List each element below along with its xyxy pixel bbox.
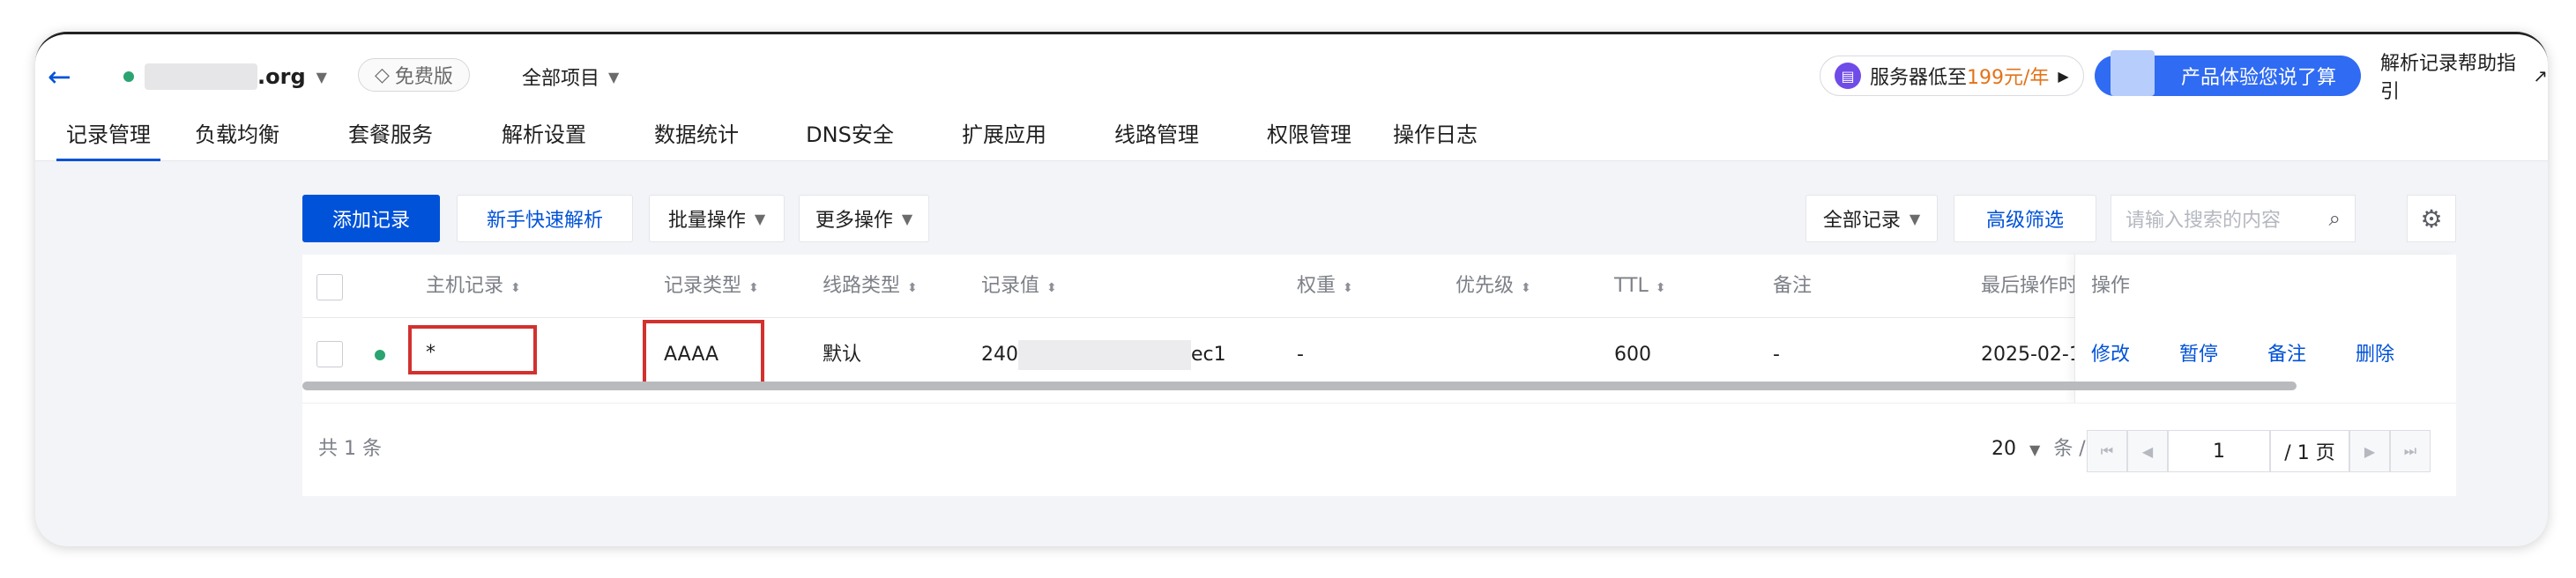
search-icon[interactable]: ⌕ [2329, 206, 2341, 231]
feedback-button[interactable]: 产品体验您说了算 [2095, 50, 2361, 96]
tab-operation-log[interactable]: 操作日志 [1386, 115, 1485, 161]
tab-line-management[interactable]: 线路管理 [1081, 115, 1232, 161]
record-value-suffix: ec1 [1191, 344, 1226, 366]
col-remark: 备注 [1773, 275, 1813, 297]
promo-banner[interactable]: ▤ 服务器低至 199元/年 ▶ [1820, 56, 2084, 96]
record-filter-dropdown[interactable]: 全部记录 ▼ [1805, 195, 1938, 242]
tab-statistics[interactable]: 数据统计 [621, 115, 772, 161]
col-weight[interactable]: 权重 ⬍ [1297, 270, 1353, 302]
col-ttl[interactable]: TTL ⬍ [1614, 270, 1665, 302]
weight-value: - [1297, 344, 1304, 366]
batch-ops-label: 批量操作 [667, 210, 746, 232]
project-filter[interactable]: 全部项目 ▼ [522, 59, 619, 94]
first-page-icon[interactable]: ⏮ [2087, 430, 2127, 472]
record-value-prefix: 240 [981, 344, 1018, 366]
record-value: 240 ec1 [981, 339, 1226, 371]
search-placeholder: 请输入搜索的内容 [2126, 210, 2282, 232]
tab-permissions[interactable]: 权限管理 [1232, 115, 1386, 161]
record-status-dot-icon [375, 350, 385, 360]
col-value[interactable]: 记录值 ⬍ [981, 270, 1057, 302]
records-table: 主机记录 ⬍ 记录类型 ⬍ 线路类型 ⬍ 记录值 ⬍ 权重 ⬍ 优先级 ⬍ TTL ⬍ 备注 … [302, 255, 2456, 403]
total-count: 共 1 条 [318, 438, 382, 460]
play-arrow-icon: ▶ [2058, 67, 2069, 85]
highlight-host [408, 325, 537, 374]
app-window: ← .org ▼ ◇ 免费版 全部项目 ▼ ▤ 服务器低至 199元/年 ▶ 产… [35, 32, 2548, 546]
domain-name-redacted [145, 63, 257, 90]
add-record-button[interactable]: 添加记录 [302, 195, 440, 242]
pause-link[interactable]: 暂停 [2179, 339, 2218, 371]
prev-page-icon[interactable]: ◀ [2127, 430, 2168, 472]
pagination: ⏮ ◀ 1 / 1 页 ▶ ⏭ [2087, 430, 2431, 472]
plan-badge[interactable]: ◇ 免费版 [358, 58, 470, 92]
record-value-redacted [1018, 340, 1191, 370]
tab-resolve-settings[interactable]: 解析设置 [467, 115, 621, 161]
edit-link[interactable]: 修改 [2091, 339, 2130, 371]
tab-extensions[interactable]: 扩展应用 [927, 115, 1081, 161]
promo-price: 199元/年 [1967, 67, 2050, 89]
server-icon: ▤ [1835, 63, 1861, 89]
sort-icon[interactable]: ⬍ [748, 281, 759, 295]
more-ops-label: 更多操作 [815, 210, 893, 232]
more-ops-dropdown[interactable]: 更多操作 ▼ [799, 195, 929, 242]
top-bar: ← .org ▼ ◇ 免费版 全部项目 ▼ ▤ 服务器低至 199元/年 ▶ 产… [35, 34, 2548, 161]
document-icon [2111, 50, 2155, 96]
row-checkbox[interactable] [316, 341, 343, 367]
help-link[interactable]: 解析记录帮助指引 ↗ [2380, 53, 2548, 103]
select-all-checkbox[interactable] [316, 274, 343, 300]
tab-record-management[interactable]: 记录管理 [56, 115, 160, 161]
highlight-type [643, 320, 764, 385]
tab-package-service[interactable]: 套餐服务 [314, 115, 467, 161]
advanced-filter-button[interactable]: 高级筛选 [1954, 195, 2096, 242]
total-pages: / 1 页 [2270, 430, 2349, 472]
caret-down-icon: ▼ [754, 210, 766, 227]
table-footer: 共 1 条 20 ▼ 条 / 页 ⏮ ◀ 1 / 1 页 ▶ ⏭ [302, 403, 2456, 496]
page-size-value: 20 [1992, 438, 2016, 460]
col-actions: 操作 [2091, 275, 2131, 297]
caret-down-icon: ▼ [901, 210, 913, 227]
search-input[interactable]: 请输入搜索的内容 ⌕ [2111, 195, 2356, 242]
line-value: 默认 [823, 344, 862, 366]
ttl-value: 600 [1614, 344, 1651, 366]
delete-link[interactable]: 删除 [2356, 339, 2394, 371]
batch-ops-dropdown[interactable]: 批量操作 ▼ [649, 195, 785, 242]
domain-selector[interactable]: .org ▼ [123, 59, 327, 94]
settings-gear-icon[interactable]: ⚙ [2407, 195, 2456, 242]
col-line[interactable]: 线路类型 ⬍ [823, 270, 918, 302]
col-priority[interactable]: 优先级 ⬍ [1456, 270, 1531, 302]
remark-link[interactable]: 备注 [2267, 339, 2306, 371]
tab-bar: 记录管理 负载均衡 套餐服务 解析设置 数据统计 DNS安全 扩展应用 线路管理… [56, 115, 1485, 161]
actions-column: 操作 修改 暂停 备注 删除 [2074, 255, 2456, 403]
horizontal-scrollbar[interactable] [302, 382, 2297, 390]
caret-down-icon: ▼ [608, 68, 620, 85]
remark-value: - [1773, 344, 1780, 366]
caret-down-icon: ▼ [1909, 210, 1921, 227]
domain-suffix: .org [257, 64, 306, 89]
promo-text: 服务器低至 [1870, 67, 1968, 89]
sort-icon[interactable]: ⬍ [1343, 281, 1353, 295]
feedback-label: 产品体验您说了算 [2180, 67, 2336, 89]
sort-icon[interactable]: ⬍ [510, 281, 521, 295]
caret-down-icon: ▼ [316, 68, 327, 85]
external-link-icon: ↗ [2533, 65, 2548, 86]
sort-icon[interactable]: ⬍ [1521, 281, 1531, 295]
record-filter-label: 全部记录 [1822, 210, 1901, 232]
help-link-label: 解析记录帮助指引 [2380, 53, 2517, 103]
project-filter-label: 全部项目 [522, 68, 600, 90]
last-page-icon[interactable]: ⏭ [2390, 430, 2431, 472]
diamond-icon: ◇ [375, 63, 390, 86]
col-type[interactable]: 记录类型 ⬍ [664, 270, 759, 302]
page-number-input[interactable]: 1 [2168, 430, 2270, 472]
status-dot-icon [123, 71, 134, 82]
quick-setup-button[interactable]: 新手快速解析 [457, 195, 633, 242]
tab-dns-security[interactable]: DNS安全 [772, 115, 927, 161]
plan-badge-label: 免费版 [394, 66, 453, 88]
next-page-icon[interactable]: ▶ [2349, 430, 2390, 472]
tab-load-balancing[interactable]: 负载均衡 [160, 115, 314, 161]
sort-icon[interactable]: ⬍ [1046, 281, 1057, 295]
col-host[interactable]: 主机记录 ⬍ [426, 270, 521, 302]
caret-down-icon: ▼ [2029, 441, 2041, 458]
sort-icon[interactable]: ⬍ [1656, 281, 1666, 295]
sort-icon[interactable]: ⬍ [907, 281, 918, 295]
back-arrow-icon[interactable]: ← [48, 61, 83, 93]
